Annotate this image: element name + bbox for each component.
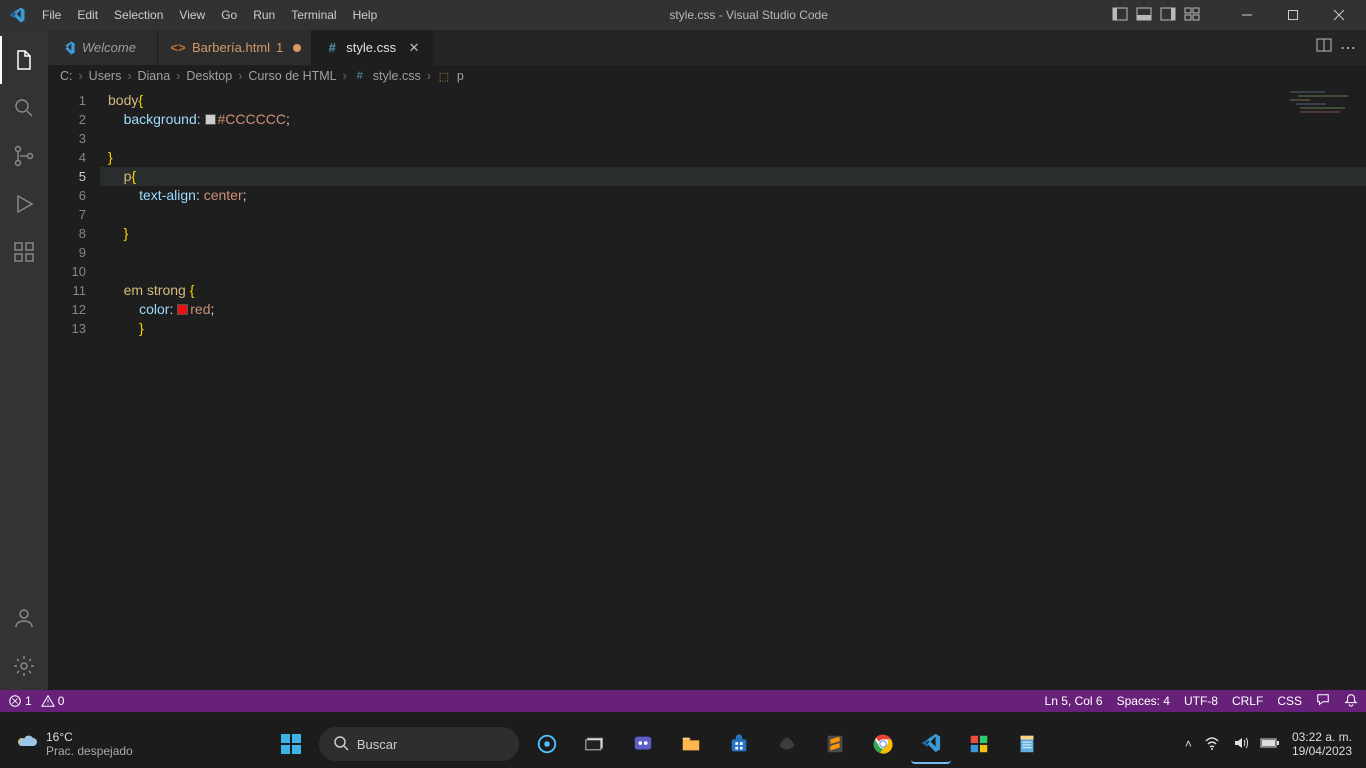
tab-close-icon[interactable]: ✕ [406,40,422,56]
menu-file[interactable]: File [34,0,69,30]
window-close-button[interactable] [1316,0,1362,30]
wifi-icon[interactable] [1204,735,1220,754]
tab-suffix: 1 [276,40,283,55]
windows-taskbar: 16°C Prac. despejado Buscar ˄ 03:22 a. m… [0,720,1366,768]
css-file-icon: # [324,40,340,56]
power-toys-icon[interactable] [959,724,999,764]
line-numbers: 12345678910111213 [48,87,100,690]
taskbar-weather[interactable]: 16°C Prac. despejado [0,730,133,758]
file-explorer-icon[interactable] [671,724,711,764]
menu-selection[interactable]: Selection [106,0,171,30]
breadcrumb-file[interactable]: style.css [373,69,421,83]
menu-help[interactable]: Help [345,0,386,30]
editor-layout-controls [1112,6,1200,25]
chrome-icon[interactable] [863,724,903,764]
extensions-icon[interactable] [0,228,48,276]
search-icon [333,735,349,754]
status-encoding[interactable]: UTF-8 [1184,694,1218,708]
css-file-icon: # [353,69,367,83]
battery-icon[interactable] [1260,737,1280,752]
menu-bar: File Edit Selection View Go Run Terminal… [34,0,385,30]
breadcrumb[interactable]: C:› Users› Diana› Desktop› Curso de HTML… [48,65,1366,87]
source-control-icon[interactable] [0,132,48,180]
run-debug-icon[interactable] [0,180,48,228]
tab-style-css[interactable]: # style.css ✕ [312,30,433,65]
breadcrumb-segment[interactable]: C: [60,69,73,83]
clock-time: 03:22 a. m. [1292,730,1352,744]
menu-view[interactable]: View [171,0,213,30]
toggle-secondary-sidebar-icon[interactable] [1160,6,1176,25]
feedback-icon[interactable] [1316,693,1330,710]
breadcrumb-segment[interactable]: Desktop [186,69,232,83]
explorer-icon[interactable] [0,36,48,84]
customize-layout-icon[interactable] [1184,6,1200,25]
html-file-icon: <> [170,40,186,56]
status-problems[interactable]: 1 0 [8,694,64,708]
menu-terminal[interactable]: Terminal [283,0,344,30]
vscode-logo-icon [60,40,76,56]
tab-label: Welcome [82,40,136,55]
taskbar-search[interactable]: Buscar [319,727,519,761]
vscode-logo-icon [0,0,34,30]
menu-edit[interactable]: Edit [69,0,106,30]
more-actions-icon[interactable]: ⋯ [1340,38,1356,58]
titlebar: File Edit Selection View Go Run Terminal… [0,0,1366,30]
volume-icon[interactable] [1232,735,1248,754]
start-button[interactable] [271,724,311,764]
clock-date: 19/04/2023 [1292,744,1352,758]
taskbar-clock[interactable]: 03:22 a. m. 19/04/2023 [1292,730,1352,758]
search-placeholder: Buscar [357,737,397,752]
microsoft-store-icon[interactable] [719,724,759,764]
window-maximize-button[interactable] [1270,0,1316,30]
system-tray: ˄ 03:22 a. m. 19/04/2023 [1185,730,1366,758]
sublime-text-icon[interactable] [815,724,855,764]
split-editor-icon[interactable] [1316,37,1332,58]
window-minimize-button[interactable] [1224,0,1270,30]
activity-bar [0,30,48,690]
tab-welcome[interactable]: Welcome [48,30,158,65]
tab-label: style.css [346,40,396,55]
window-title: style.css - Visual Studio Code [385,8,1112,22]
toggle-primary-sidebar-icon[interactable] [1112,6,1128,25]
warning-count: 0 [58,694,65,708]
settings-gear-icon[interactable] [0,642,48,690]
task-view-icon[interactable] [575,724,615,764]
error-count: 1 [25,694,32,708]
statusbar: 1 0 Ln 5, Col 6 Spaces: 4 UTF-8 CRLF CSS [0,690,1366,712]
code-editor[interactable]: 12345678910111213 body{ background: #CCC… [48,87,1366,690]
weather-temp: 16°C [46,730,133,744]
status-lncol[interactable]: Ln 5, Col 6 [1045,694,1103,708]
menu-run[interactable]: Run [245,0,283,30]
breadcrumb-symbol[interactable]: p [457,69,464,83]
tab-modified-dot-icon [293,44,301,52]
tab-label: Barbería.html [192,40,270,55]
tab-barberia-html[interactable]: <> Barbería.html 1 [158,30,312,65]
weather-icon [14,732,38,756]
app-icon-1[interactable] [767,724,807,764]
status-language[interactable]: CSS [1277,694,1302,708]
status-indent[interactable]: Spaces: 4 [1117,694,1170,708]
chat-app-icon[interactable] [623,724,663,764]
breadcrumb-segment[interactable]: Users [89,69,122,83]
code-content[interactable]: body{ background: #CCCCCC;} p{ text-alig… [100,87,1366,690]
editor-tabs: Welcome <> Barbería.html 1 # style.css ✕… [48,30,1366,65]
toggle-panel-icon[interactable] [1136,6,1152,25]
breadcrumb-segment[interactable]: Curso de HTML [248,69,336,83]
copilot-icon[interactable] [527,724,567,764]
notepad-icon[interactable] [1007,724,1047,764]
menu-go[interactable]: Go [213,0,245,30]
breadcrumb-segment[interactable]: Diana [138,69,171,83]
weather-desc: Prac. despejado [46,744,133,758]
accounts-icon[interactable] [0,594,48,642]
minimap[interactable] [1290,91,1350,131]
symbol-icon: ⬚ [437,69,451,83]
vscode-app-icon[interactable] [911,724,951,764]
search-icon[interactable] [0,84,48,132]
status-eol[interactable]: CRLF [1232,694,1263,708]
tray-chevron-icon[interactable]: ˄ [1185,737,1192,751]
notifications-icon[interactable] [1344,693,1358,710]
editor-area: Welcome <> Barbería.html 1 # style.css ✕… [48,30,1366,690]
